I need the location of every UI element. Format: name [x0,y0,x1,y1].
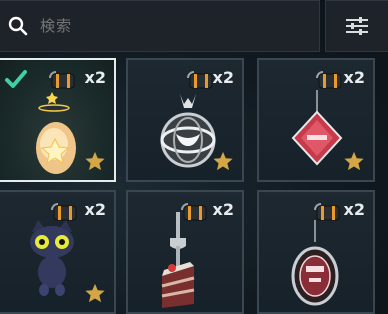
favorite-star-icon [213,151,233,171]
item-inventory-panel: x2 x2 x2 x2 x2 x2 検索 [0,0,388,314]
keychain-hook-icon [316,71,342,89]
red-diamond-charm [291,90,343,166]
item-quantity: x2 [212,68,234,87]
item-card-egg[interactable]: x2 [0,58,116,182]
item-card-badge[interactable]: x2 [257,190,375,314]
item-quantity: x2 [84,200,106,219]
item-card-diamond[interactable]: x2 [257,58,375,182]
item-quantity: x2 [343,200,365,219]
item-quantity: x2 [84,68,106,87]
item-card-cake[interactable]: x2 [126,190,244,314]
keychain-hook-icon [187,71,213,89]
search-input[interactable] [40,17,240,35]
item-quantity: x2 [343,68,365,87]
round-badge-charm [291,220,339,306]
search-icon [8,16,28,36]
item-card-orb[interactable]: x2 [126,58,244,182]
filter-button[interactable] [325,0,388,52]
favorite-star-icon [85,151,105,171]
glowing-egg-charm [36,92,76,174]
sliders-icon [346,17,368,35]
search-bar[interactable] [0,0,320,52]
favorite-star-icon [85,283,105,303]
black-cat-charm [30,220,74,296]
favorite-star-icon [344,151,364,171]
item-card-cat[interactable]: x2 [0,190,116,314]
metal-orb-charm [160,94,216,168]
cake-fork-charm [161,212,195,308]
item-quantity: x2 [212,200,234,219]
